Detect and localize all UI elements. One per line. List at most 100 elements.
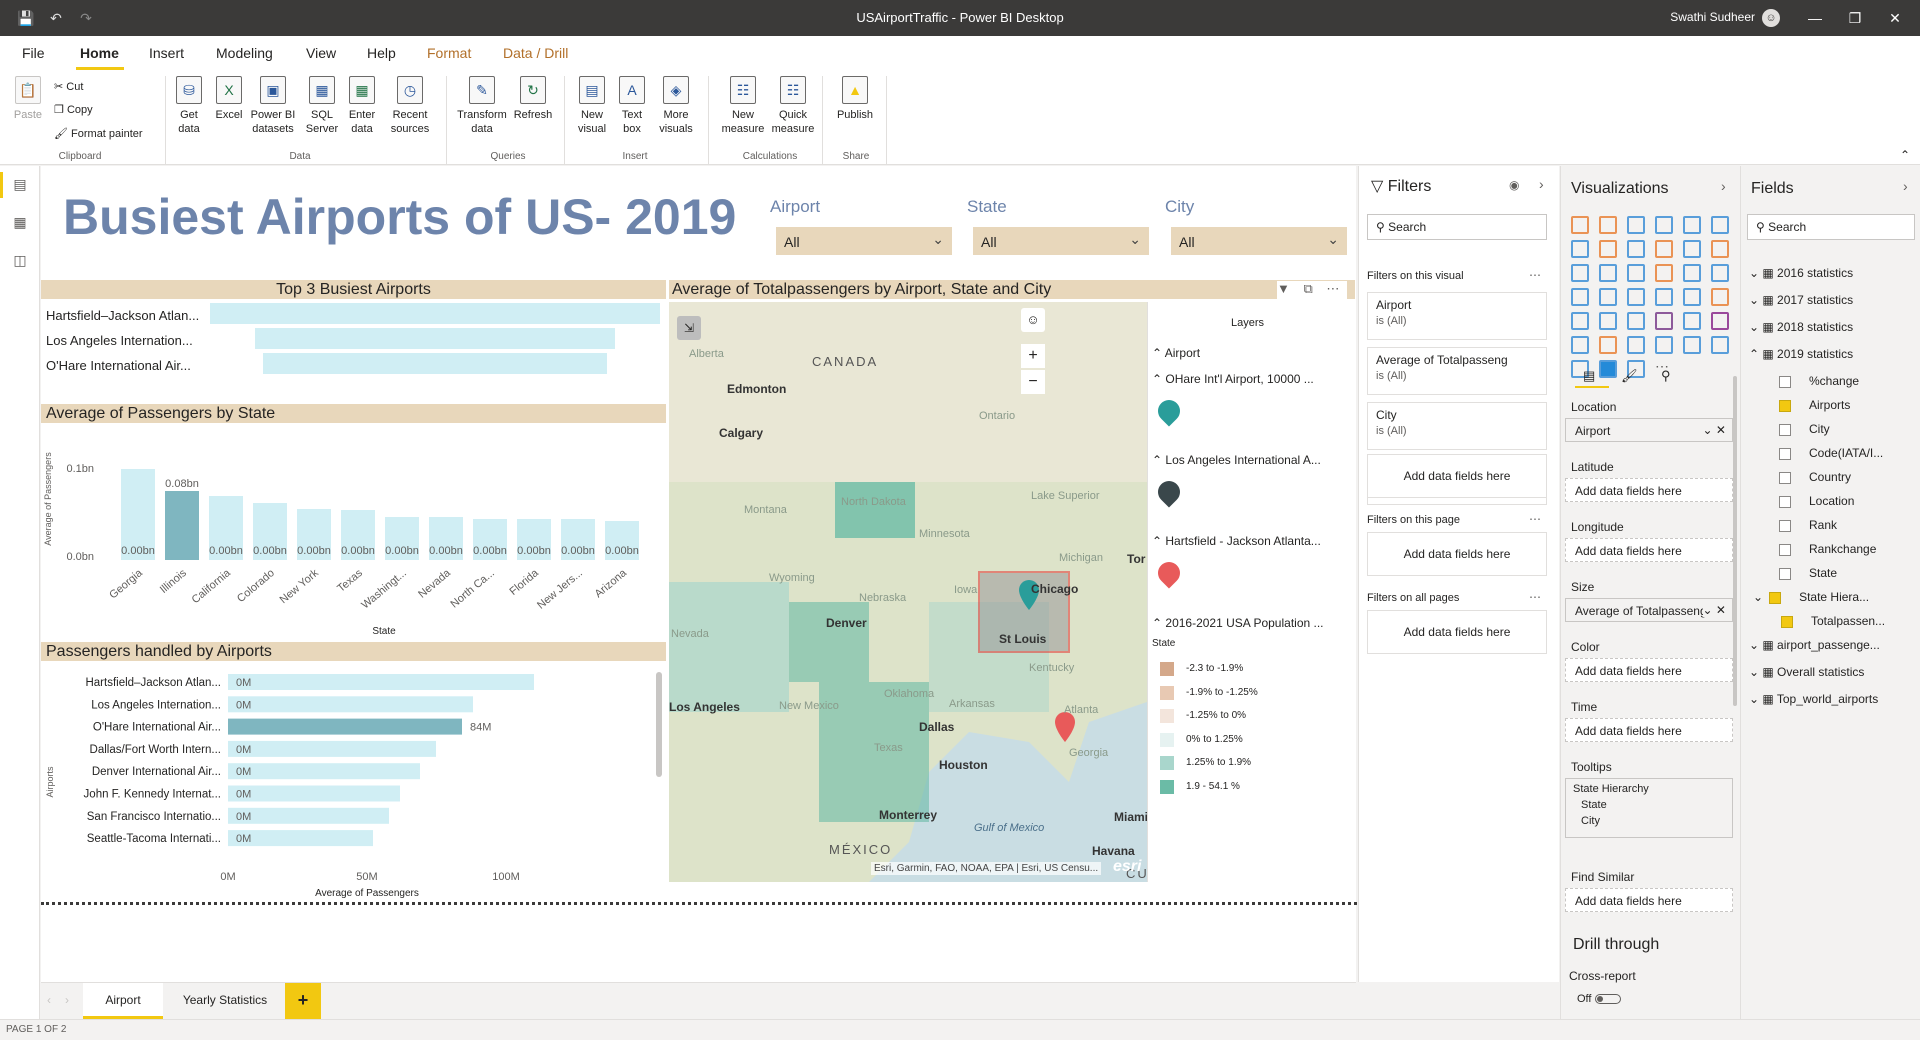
visual-type-icon[interactable] [1599,312,1617,330]
visual-type-icon[interactable] [1599,216,1617,234]
visual-type-icon[interactable] [1655,216,1673,234]
visual-type-icon[interactable] [1655,336,1673,354]
visual-type-icon[interactable] [1655,312,1673,330]
field-checkbox[interactable] [1779,447,1791,460]
visual-type-icon[interactable] [1571,240,1589,258]
zoom-out-button[interactable]: − [1021,370,1045,394]
airport-bar[interactable] [228,718,462,735]
field-checkbox[interactable] [1779,495,1791,508]
add-all-filter-field[interactable]: Add data fields here [1367,610,1547,654]
fields-tab-icon[interactable]: ▤ [1583,368,1601,384]
state-bar[interactable] [165,491,199,560]
eye-icon[interactable]: ◉ [1509,178,1519,192]
map-area[interactable]: CANADA Edmonton Calgary Alberta Ontario Lake … [669,302,1147,882]
zoom-in-button[interactable]: + [1021,344,1045,368]
transform-data-button[interactable]: ✎ Transform data [455,76,509,136]
field-checkbox[interactable] [1779,375,1791,388]
menu-modeling[interactable]: Modeling [216,45,273,61]
field-table[interactable]: ⌃ ▦ 2019 statistics [1749,347,1853,361]
well-time[interactable]: Add data fields here [1565,718,1733,742]
field-table[interactable]: ⌄ ▦ airport_passenge... [1749,638,1880,652]
avatar[interactable]: ☺ [1762,9,1780,27]
new-measure-button[interactable]: ☷ New measure [716,76,770,136]
select-tool-icon[interactable]: ⇲ [677,316,701,340]
field-item[interactable]: Country [1779,470,1851,484]
slicer-airport[interactable]: All ⌄ [776,227,952,255]
well-size[interactable]: Average of Totalpasseng ⌄ ✕ [1565,598,1733,622]
visual-type-icon[interactable] [1627,312,1645,330]
airport-bar[interactable] [228,674,534,690]
field-checkbox[interactable] [1769,591,1782,604]
legend-airport-header[interactable]: ⌃ Airport [1152,346,1200,360]
copy-button[interactable]: ❐ Copy [54,103,93,116]
close-icon[interactable]: ✕ [1880,6,1910,30]
visual-type-icon[interactable] [1627,216,1645,234]
field-item[interactable]: Location [1779,494,1854,508]
well-longitude[interactable]: Add data fields here [1565,538,1733,562]
field-item[interactable]: City [1779,422,1830,436]
chart-scrollbar[interactable] [656,672,662,777]
visual-type-icon[interactable] [1599,360,1617,378]
visual-type-icon[interactable] [1683,216,1701,234]
airport-bar[interactable] [228,696,473,713]
format-painter-button[interactable]: 🖌 Format painter [54,127,143,140]
well-color[interactable]: Add data fields here [1565,658,1733,682]
visual-type-icon[interactable] [1711,288,1729,306]
add-page-filter-field[interactable]: Add data fields here [1367,532,1547,576]
top3-bar[interactable] [255,328,615,349]
report-view-icon[interactable]: ▤ [11,176,29,194]
excel-button[interactable]: X Excel [212,76,246,122]
airport-bar[interactable] [228,763,420,780]
remove-icon[interactable]: ⌄ ✕ [1702,603,1726,617]
field-checkbox[interactable] [1779,543,1791,556]
visual-type-icon[interactable] [1571,264,1589,282]
quick-measure-button[interactable]: ☷ Quick measure [768,76,818,136]
visual-type-icon[interactable] [1683,240,1701,258]
visual-type-icon[interactable] [1599,240,1617,258]
field-checkbox[interactable] [1779,567,1791,580]
well-location[interactable]: Airport ⌄ ✕ [1565,418,1733,442]
visual-type-icon[interactable] [1711,336,1729,354]
visual-type-icon[interactable] [1571,336,1589,354]
field-table[interactable]: ⌄ ▦ 2016 statistics [1749,266,1853,280]
field-table[interactable]: ⌄ ▦ 2018 statistics [1749,320,1853,334]
add-page-button[interactable]: + [285,983,321,1019]
tab-yearly-statistics[interactable]: Yearly Statistics [165,983,285,1019]
collapse-ribbon-icon[interactable]: ⌃ [1900,148,1910,162]
visual-type-icon[interactable] [1571,312,1589,330]
top3-bar[interactable] [210,303,660,324]
visual-type-icon[interactable] [1571,288,1589,306]
enter-data-button[interactable]: ▦ Enter data [344,76,380,136]
user-name[interactable]: Swathi Sudheer [1670,10,1755,24]
menu-home[interactable]: Home [80,45,119,61]
menu-format[interactable]: Format [427,45,471,61]
chevron-right-icon[interactable]: › [1539,176,1544,192]
cut-button[interactable]: ✂ Cut [54,80,83,93]
field-item[interactable]: Rankchange [1779,542,1876,556]
visual-type-icon[interactable] [1655,264,1673,282]
model-view-icon[interactable]: ◫ [11,252,29,270]
remove-icon[interactable]: ⌄ ✕ [1703,423,1726,437]
refresh-button[interactable]: ↻ Refresh [512,76,554,122]
legend-layer-name[interactable]: ⌃ Los Angeles International A... [1152,453,1352,467]
field-item[interactable]: State [1779,566,1837,580]
more-options-icon[interactable]: ⋯ [1529,268,1541,282]
field-checkbox[interactable] [1781,615,1793,628]
slicer-state[interactable]: All ⌄ [973,227,1149,255]
airport-bar[interactable] [228,740,436,757]
filter-card[interactable]: Airport is (All) [1367,292,1547,340]
fields-search-input[interactable]: ⚲ Search [1747,214,1915,240]
visual-type-icon[interactable] [1711,264,1729,282]
restore-icon[interactable]: ❐ [1840,6,1870,30]
menu-view[interactable]: View [306,45,336,61]
field-checkbox[interactable] [1779,519,1791,532]
cross-report-toggle[interactable]: Off [1577,993,1621,1005]
field-checkbox[interactable] [1779,423,1791,436]
text-box-button[interactable]: A Text box [614,76,650,136]
airport-bar[interactable] [228,807,389,824]
field-item[interactable]: Rank [1779,518,1837,532]
visual-type-icon[interactable] [1711,240,1729,258]
data-view-icon[interactable]: ▦ [11,214,29,232]
field-table[interactable]: ⌄ ▦ Overall statistics [1749,665,1864,679]
well-latitude[interactable]: Add data fields here [1565,478,1733,502]
